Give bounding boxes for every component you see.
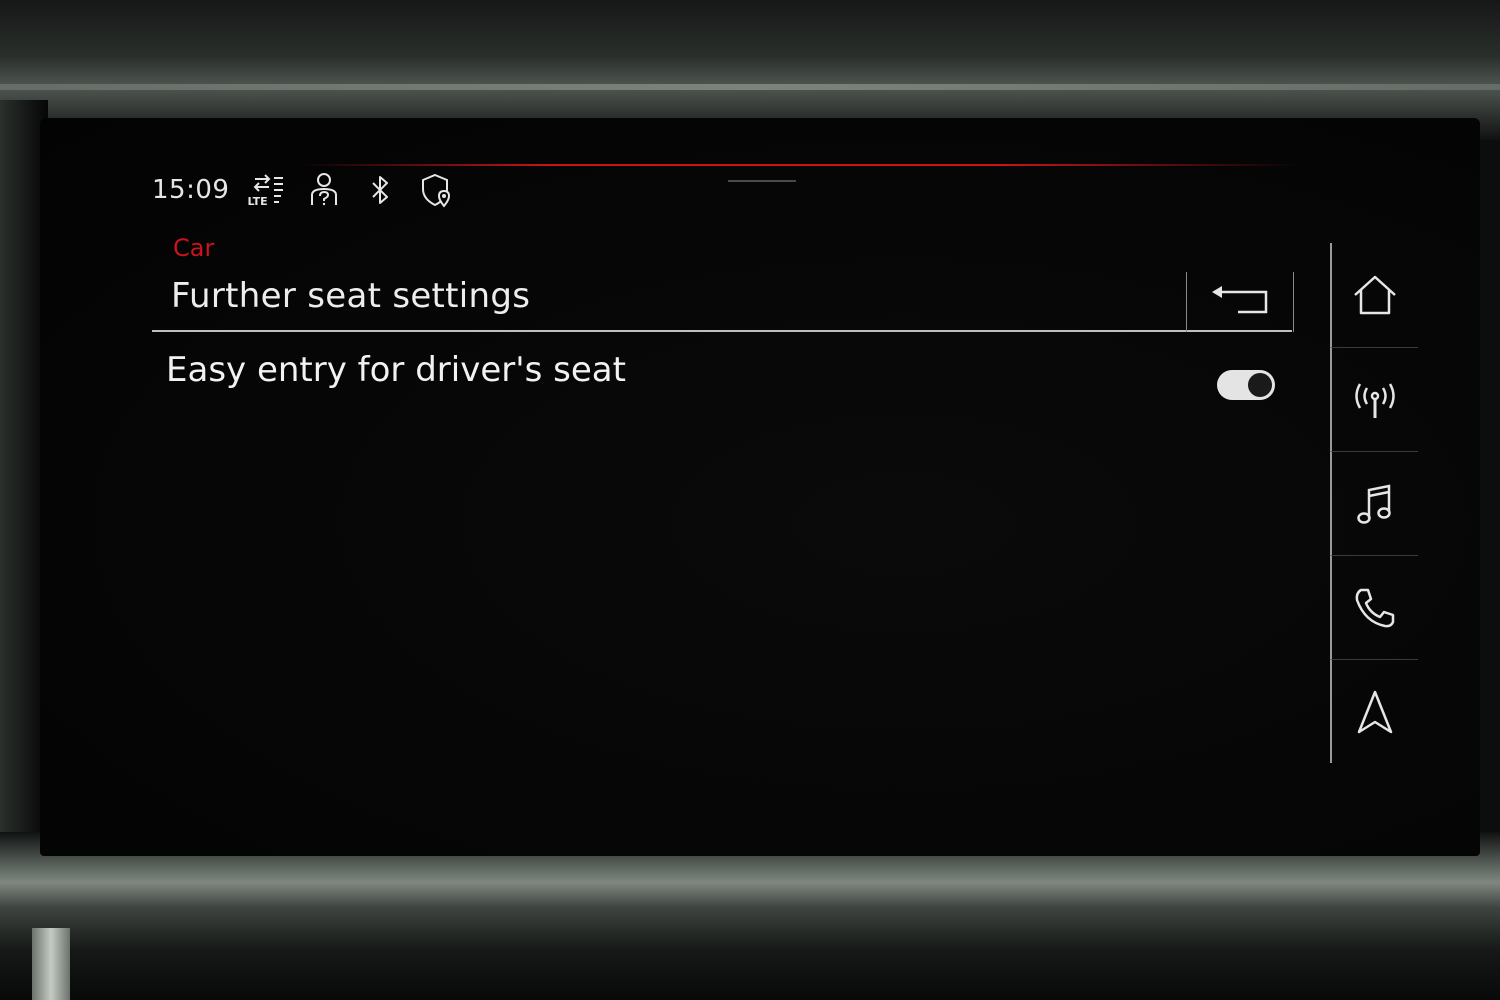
nav-home-button[interactable] [1330, 243, 1418, 347]
phone-icon [1355, 588, 1395, 627]
home-icon [1354, 275, 1396, 315]
setting-row-easy-entry[interactable]: Easy entry for driver's seat [152, 340, 1292, 420]
title-divider [152, 330, 1292, 332]
nav-rail [1330, 243, 1418, 768]
status-bar: 15:09 LTE [152, 168, 455, 212]
music-icon [1357, 483, 1391, 524]
nav-media-button[interactable] [1330, 451, 1418, 555]
infotainment-screen: 15:09 LTE Car Further seat settings Easy… [40, 118, 1480, 856]
bezel-bottom [0, 832, 1500, 1000]
user-profile-unknown-icon [305, 171, 343, 209]
nav-radio-button[interactable] [1330, 347, 1418, 451]
navigation-icon [1357, 690, 1393, 733]
control-knob [32, 928, 70, 1000]
page-title: Further seat settings [171, 276, 531, 316]
network-type-label: LTE [247, 195, 268, 208]
back-arrow-icon [1212, 286, 1268, 314]
bezel-trim [0, 84, 1500, 90]
location-shield-icon [417, 171, 455, 209]
header-accent-line [300, 164, 1300, 166]
bluetooth-icon [361, 171, 399, 209]
easy-entry-toggle[interactable] [1217, 370, 1275, 400]
breadcrumb[interactable]: Car [173, 234, 214, 262]
back-button[interactable] [1186, 272, 1294, 332]
nav-phone-button[interactable] [1330, 555, 1418, 659]
lte-data-icon: LTE [247, 170, 287, 210]
pull-down-handle[interactable] [728, 180, 796, 182]
nav-navigation-button[interactable] [1330, 659, 1418, 763]
toggle-knob [1248, 373, 1272, 397]
setting-label: Easy entry for driver's seat [166, 350, 626, 390]
radio-icon [1355, 382, 1395, 418]
clock: 15:09 [152, 175, 230, 205]
